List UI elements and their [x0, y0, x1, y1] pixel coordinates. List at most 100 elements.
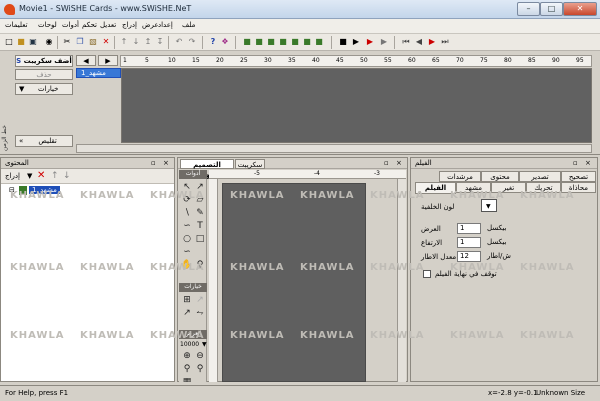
forward-icon[interactable]: ▶: [427, 37, 437, 47]
tab-debug[interactable]: تصحيح: [561, 171, 596, 182]
grid-icon[interactable]: ▦: [181, 376, 193, 382]
insert-content-icon[interactable]: ■: [314, 37, 324, 47]
zoom-out-icon[interactable]: ⊖: [194, 350, 206, 362]
timeline-prev-button[interactable]: ◀: [76, 55, 96, 66]
insert-button-icon[interactable]: ■: [290, 37, 300, 47]
find-icon[interactable]: ◉: [44, 37, 54, 47]
zoom-selection-icon[interactable]: ⚲: [194, 363, 206, 375]
outline-insert-button[interactable]: إدراج: [5, 172, 20, 180]
open-icon[interactable]: ■: [16, 37, 26, 47]
snap-grid-icon[interactable]: ↗: [194, 294, 206, 306]
step-icon[interactable]: ▶: [379, 37, 389, 47]
delete-icon[interactable]: ✕: [101, 37, 111, 47]
tab-guides[interactable]: مرشدات: [439, 171, 481, 182]
close-button[interactable]: ✕: [563, 2, 597, 16]
tab-script[interactable]: سكريبت: [235, 159, 265, 169]
menu-instructions[interactable]: تعليمات: [5, 21, 28, 29]
snap-icon[interactable]: ⊞: [181, 294, 193, 306]
menu-file[interactable]: ملف: [182, 21, 195, 29]
tab-movie[interactable]: الفيلم: [415, 182, 456, 194]
reshape-icon[interactable]: ↗: [194, 181, 206, 193]
outline-pin-icon[interactable]: ▫: [151, 159, 156, 167]
timeline-track-area[interactable]: [121, 68, 592, 143]
end-icon[interactable]: ⏭: [440, 37, 450, 47]
height-field[interactable]: 1: [457, 237, 481, 248]
width-field[interactable]: 1: [457, 223, 481, 234]
minimize-button[interactable]: –: [517, 2, 540, 16]
down-icon[interactable]: ↓: [131, 37, 141, 47]
stage-canvas[interactable]: [222, 183, 366, 382]
bottom-icon[interactable]: ↧: [155, 37, 165, 47]
tab-export[interactable]: تصدير: [519, 171, 561, 182]
fit-icon[interactable]: ⚲: [181, 363, 193, 375]
design-pin-icon[interactable]: ▫: [384, 159, 389, 167]
tab-change[interactable]: تغير: [491, 182, 526, 193]
transform-icon[interactable]: ⟳: [181, 194, 193, 206]
tab-scene[interactable]: مشهد: [456, 182, 491, 193]
outline-close-icon[interactable]: ×: [163, 159, 169, 167]
hand-icon[interactable]: ✋: [181, 259, 193, 271]
insert-shape-icon[interactable]: ■: [266, 37, 276, 47]
copy-icon[interactable]: ❐: [75, 37, 85, 47]
back-icon[interactable]: ◀: [414, 37, 424, 47]
help-icon[interactable]: ?: [208, 37, 218, 47]
menu-control[interactable]: تحكم: [82, 21, 97, 29]
timeline-scene-row[interactable]: مشهد_1: [76, 68, 121, 78]
fps-field[interactable]: 12: [457, 251, 481, 262]
image-icon[interactable]: ❖: [220, 37, 230, 47]
rewind-icon[interactable]: ⏮: [401, 37, 411, 47]
menu-edit[interactable]: تعديل: [100, 21, 116, 29]
motion-path-icon[interactable]: ∽: [181, 246, 193, 258]
delete-icon[interactable]: ✕: [37, 170, 45, 181]
bezier-icon[interactable]: ∽: [181, 220, 193, 232]
fill-icon[interactable]: ▱: [194, 194, 206, 206]
menu-view[interactable]: عرض: [142, 21, 159, 29]
zoom-select[interactable]: 10000: [180, 341, 199, 348]
properties-pin-icon[interactable]: ▫: [573, 159, 578, 167]
menu-setup[interactable]: إعداد: [158, 21, 173, 29]
insert-sprite-icon[interactable]: ■: [254, 37, 264, 47]
timeline-scrollbar[interactable]: [76, 144, 592, 153]
design-close-icon[interactable]: ×: [396, 159, 402, 167]
stop-at-end-checkbox[interactable]: [423, 270, 431, 278]
menu-panels[interactable]: لوحات: [38, 21, 57, 29]
rectangle-icon[interactable]: □: [194, 233, 206, 245]
zoom-in-icon[interactable]: ⊕: [181, 350, 193, 362]
ellipse-icon[interactable]: ○: [181, 233, 193, 245]
select-icon[interactable]: ↖: [181, 181, 193, 193]
delete-script-button[interactable]: حذف: [15, 69, 73, 80]
timeline-options-button[interactable]: ▼ خيارات: [15, 83, 73, 95]
dropdown-arrow-icon[interactable]: ▼: [27, 172, 32, 180]
tab-transform[interactable]: تحريك: [526, 182, 561, 193]
insert-text-icon[interactable]: ■: [242, 37, 252, 47]
tab-align[interactable]: محاذاة: [561, 182, 596, 193]
undo-icon[interactable]: ↶: [174, 37, 184, 47]
new-icon[interactable]: □: [4, 37, 14, 47]
bg-color-swatch[interactable]: ▼: [481, 199, 497, 212]
dropdown-arrow-icon[interactable]: ▼: [202, 341, 207, 348]
maximize-button[interactable]: □: [540, 2, 563, 16]
insert-sound-icon[interactable]: ■: [302, 37, 312, 47]
top-icon[interactable]: ↥: [143, 37, 153, 47]
menu-insert[interactable]: إدراج: [122, 21, 137, 29]
properties-close-icon[interactable]: ×: [585, 159, 591, 167]
move-down-icon[interactable]: ↓: [63, 171, 71, 181]
tab-content[interactable]: محتوى: [481, 171, 519, 182]
paste-icon[interactable]: ▧: [88, 37, 98, 47]
insert-image-icon[interactable]: ■: [278, 37, 288, 47]
zoom-tool-icon[interactable]: ⚲: [194, 259, 206, 271]
redo-icon[interactable]: ↷: [187, 37, 197, 47]
expand-icon[interactable]: ⊟: [9, 186, 15, 194]
timeline-next-button[interactable]: ▶: [98, 55, 118, 66]
add-script-button[interactable]: S أضف سكريبت: [15, 55, 73, 67]
text-tool-icon[interactable]: T: [194, 220, 206, 232]
menu-tools[interactable]: أدوات: [62, 21, 79, 29]
save-icon[interactable]: ▣: [28, 37, 38, 47]
option-b-icon[interactable]: ⥊: [194, 307, 206, 319]
line-icon[interactable]: ∖: [181, 207, 193, 219]
record-icon[interactable]: ▶: [365, 37, 375, 47]
option-a-icon[interactable]: ↗: [181, 307, 193, 319]
stop-icon[interactable]: ■: [338, 37, 348, 47]
stage-scrollbar-vertical[interactable]: [397, 179, 406, 382]
move-up-icon[interactable]: ↑: [51, 171, 59, 181]
